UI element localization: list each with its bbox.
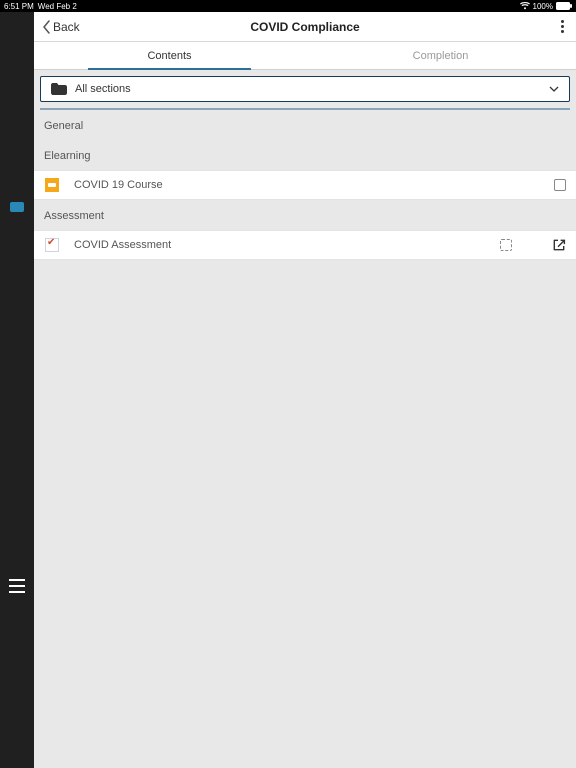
- tab-completion[interactable]: Completion: [305, 42, 576, 69]
- more-button[interactable]: [557, 16, 568, 37]
- tab-completion-label: Completion: [413, 50, 469, 62]
- section-heading-elearning: Elearning: [34, 140, 576, 170]
- status-bar: 6:51 PM Wed Feb 2 100%: [0, 0, 576, 12]
- tab-contents[interactable]: Contents: [34, 42, 305, 69]
- status-date: Wed Feb 2: [38, 2, 77, 11]
- back-label: Back: [53, 20, 80, 34]
- tab-contents-label: Contents: [147, 50, 191, 62]
- status-time: 6:51 PM: [4, 2, 34, 11]
- status-battery-pct: 100%: [533, 2, 553, 11]
- back-button[interactable]: Back: [42, 20, 80, 34]
- item-label: COVID 19 Course: [74, 179, 163, 191]
- rail-active-indicator: [10, 202, 24, 212]
- list-item[interactable]: COVID Assessment: [34, 230, 576, 260]
- list-item[interactable]: COVID 19 Course: [34, 170, 576, 200]
- tab-bar: Contents Completion: [34, 42, 576, 70]
- section-filter[interactable]: All sections: [40, 76, 570, 102]
- item-label: COVID Assessment: [74, 239, 171, 251]
- page-title: COVID Compliance: [34, 20, 576, 34]
- wifi-icon: [520, 2, 530, 10]
- section-filter-label: All sections: [75, 83, 131, 95]
- completion-indicator: [500, 239, 512, 251]
- nav-rail: [0, 12, 34, 768]
- main-area: Back COVID Compliance Contents Completio…: [34, 12, 576, 768]
- section-heading-assessment: Assessment: [34, 200, 576, 230]
- open-external-icon[interactable]: [552, 238, 566, 252]
- chevron-left-icon: [42, 20, 52, 34]
- course-icon: [44, 177, 60, 193]
- top-bar: Back COVID Compliance: [34, 12, 576, 42]
- assessment-icon: [44, 237, 60, 253]
- completion-checkbox[interactable]: [554, 179, 566, 191]
- menu-button[interactable]: [9, 579, 25, 598]
- battery-icon: [556, 2, 572, 10]
- folder-icon: [51, 83, 67, 95]
- caret-down-icon: [549, 83, 559, 95]
- section-heading-general: General: [34, 110, 576, 140]
